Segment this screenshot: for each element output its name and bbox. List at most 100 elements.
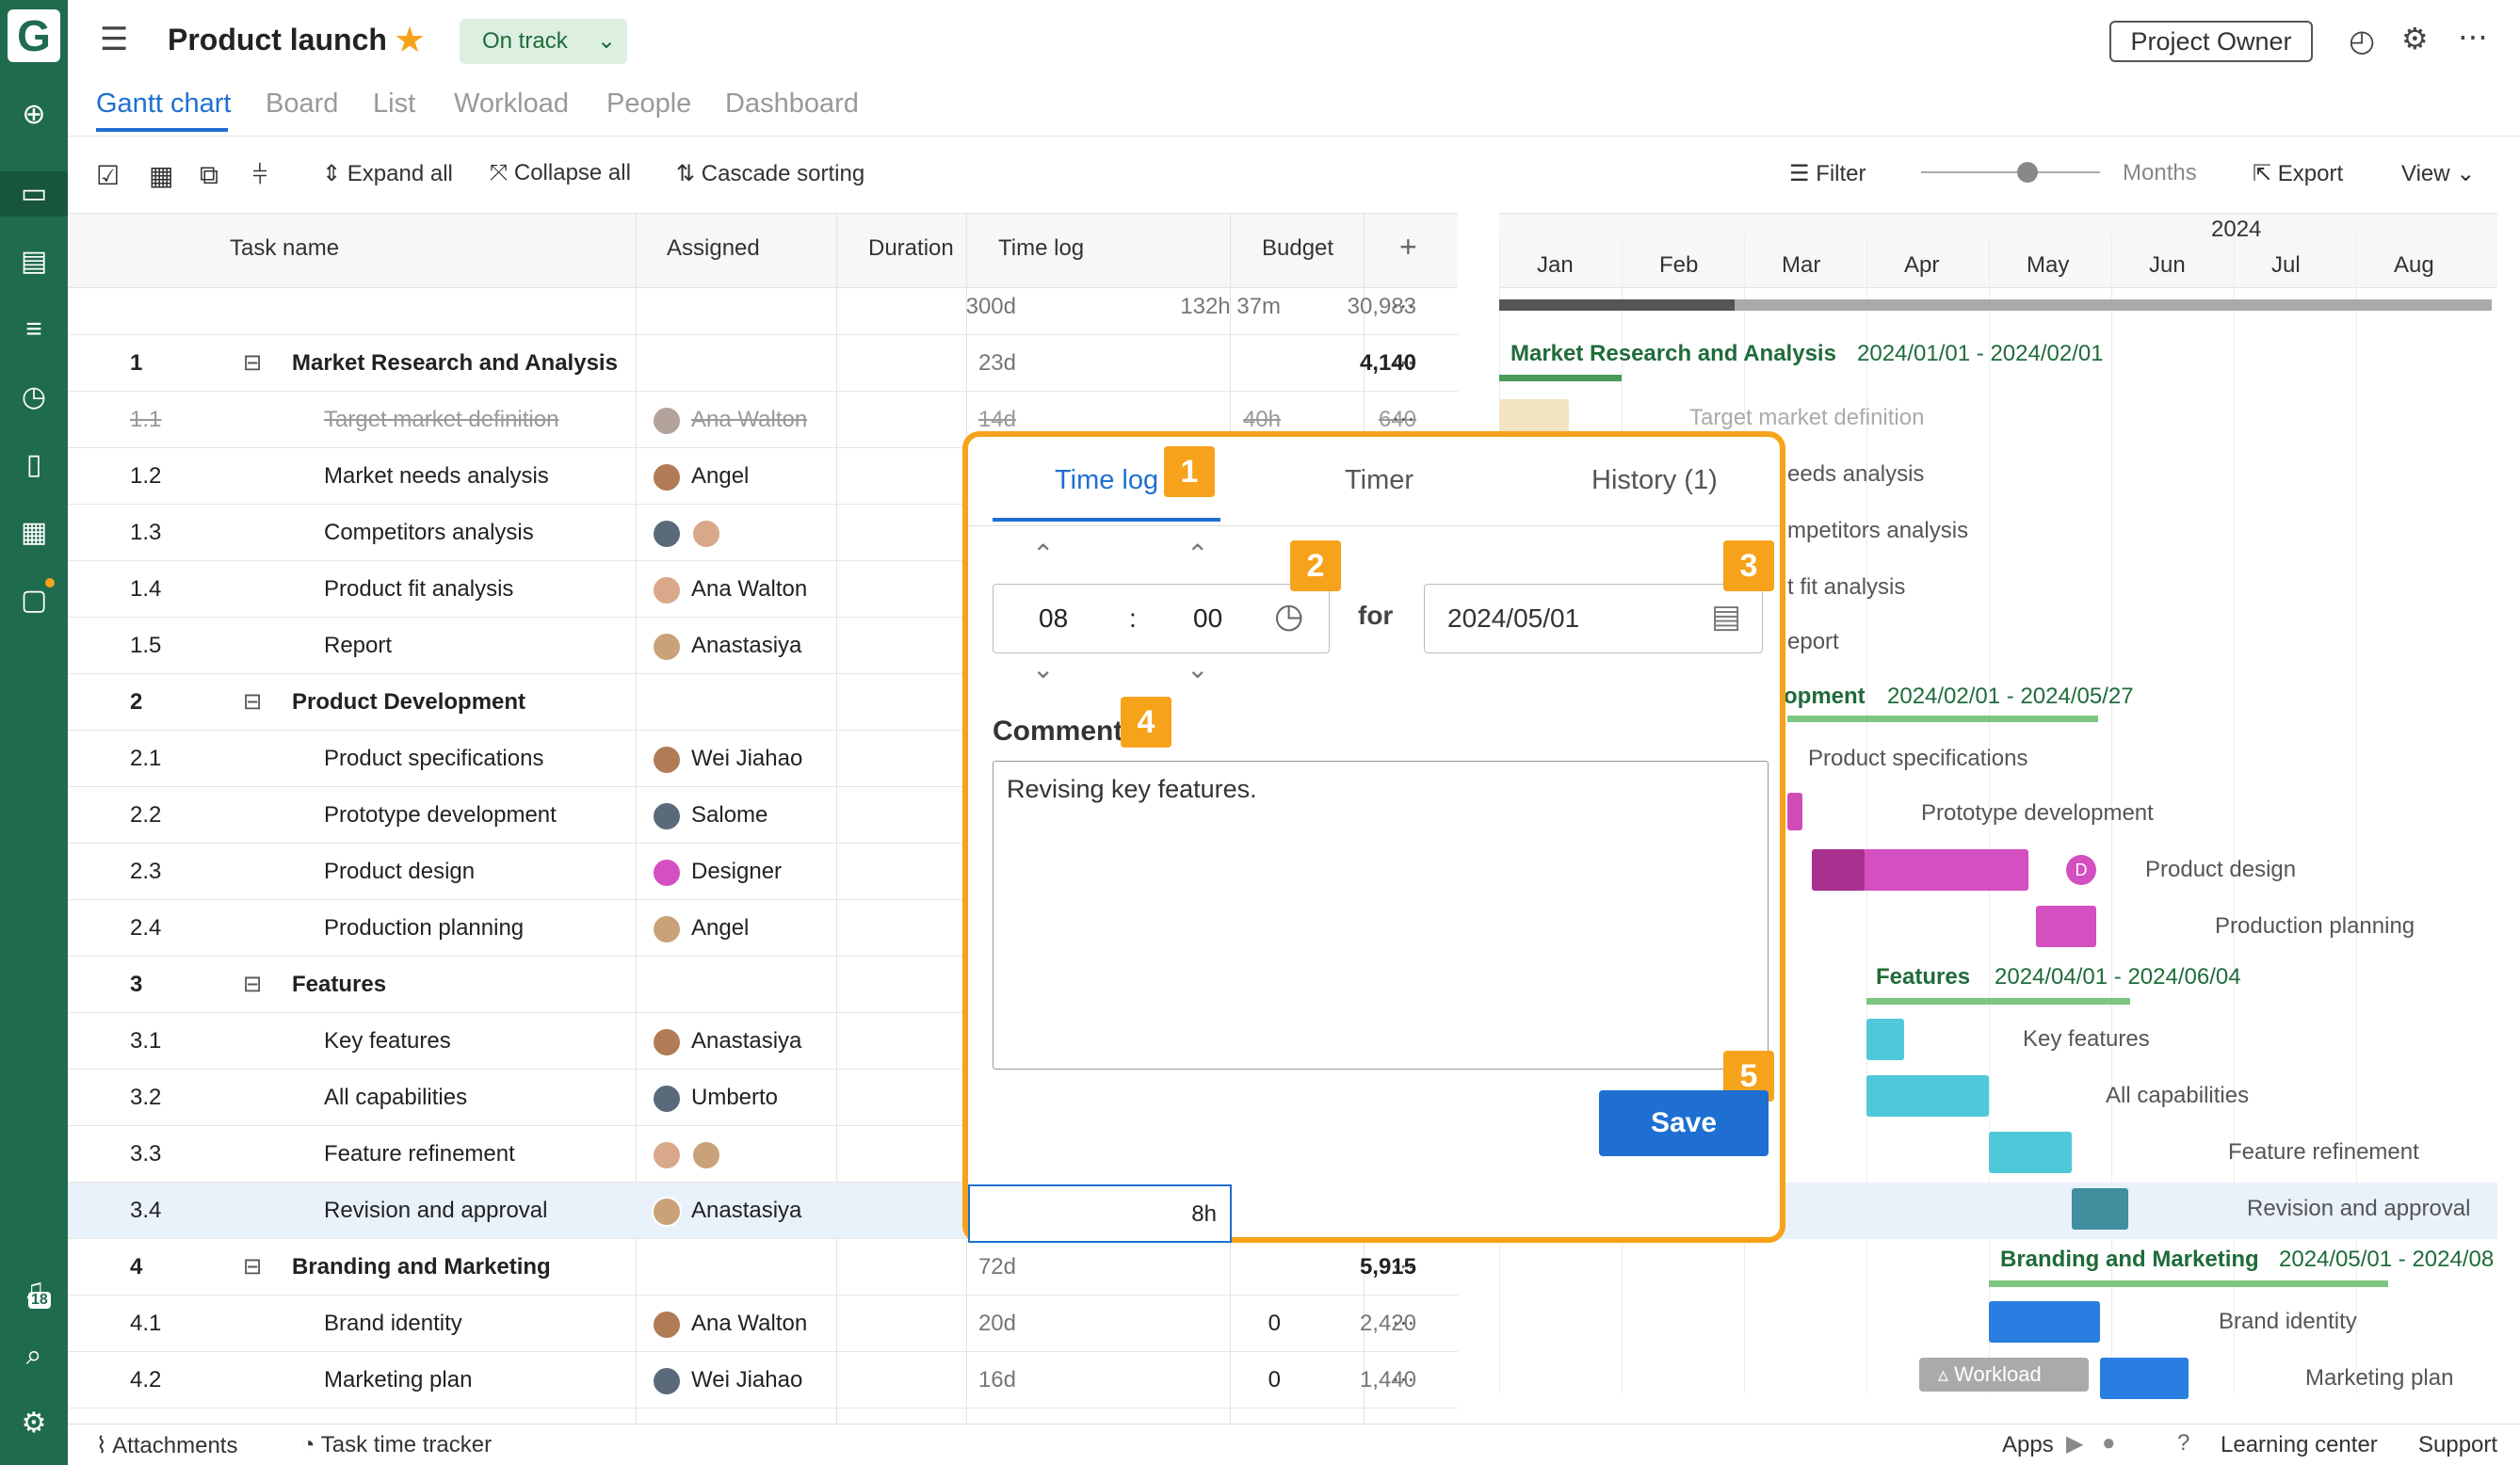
- task-name[interactable]: All capabilities: [324, 1070, 635, 1126]
- gantt-bar-3-4[interactable]: [2072, 1188, 2128, 1230]
- assignee[interactable]: Anastasiya: [652, 618, 840, 674]
- gantt-bar-3-3[interactable]: [1989, 1132, 2072, 1173]
- tab-board[interactable]: Board: [266, 89, 338, 120]
- gantt-group-4-bar[interactable]: [1989, 1280, 2388, 1287]
- table-row[interactable]: 1 ⊟ Market Research and Analysis 23d 4,140 ⋯: [68, 335, 1458, 392]
- assignee[interactable]: Umberto: [652, 1070, 840, 1126]
- calendar-icon[interactable]: ▦: [149, 160, 173, 191]
- gantt-group-3-bar[interactable]: [1866, 998, 2130, 1005]
- task-name[interactable]: Target market definition: [324, 392, 635, 448]
- add-icon[interactable]: ⊕: [0, 92, 68, 137]
- cascade-sorting-button[interactable]: ⇅ Cascade sorting: [676, 160, 864, 187]
- task-name[interactable]: Production planning: [324, 900, 635, 957]
- report-icon[interactable]: ▯: [0, 443, 68, 488]
- learning-center-link[interactable]: Learning center: [2221, 1432, 2378, 1458]
- popup-tab-history[interactable]: History (1): [1591, 465, 1718, 496]
- hierarchy-icon[interactable]: ⧉: [200, 160, 218, 191]
- task-name[interactable]: Competitors analysis: [324, 505, 635, 561]
- task-name[interactable]: Branding and Marketing: [292, 1239, 631, 1296]
- gantt-bar-3-2[interactable]: [1866, 1075, 1989, 1117]
- collapse-toggle-icon[interactable]: ⊟: [243, 957, 271, 1013]
- split-icon[interactable]: ⫩: [252, 160, 267, 191]
- more-icon[interactable]: ⋯: [1392, 279, 1414, 335]
- assignee[interactable]: [652, 335, 840, 392]
- tab-gantt-chart[interactable]: Gantt chart: [96, 89, 231, 120]
- task-time-tracker-link[interactable]: ◔ Task time tracker: [301, 1432, 492, 1458]
- gantt-bar-2-4[interactable]: [2036, 906, 2096, 947]
- star-icon[interactable]: ★: [394, 19, 426, 61]
- task-name[interactable]: Brand identity: [324, 1296, 635, 1352]
- gantt-bar-2-2[interactable]: [1787, 793, 1802, 830]
- task-name[interactable]: Prototype development: [324, 787, 635, 844]
- gantt-group-1-bar[interactable]: [1499, 375, 1622, 381]
- col-task-name[interactable]: Task name: [230, 235, 339, 262]
- table-row[interactable]: 4.2 Marketing plan Wei Jiahao 16d 0 1,440 ⋯: [68, 1352, 1458, 1409]
- checkbox-icon[interactable]: ☑: [96, 160, 120, 191]
- support-link[interactable]: Support: [2418, 1432, 2497, 1458]
- task-name[interactable]: Revision and approval: [324, 1183, 635, 1239]
- add-column-icon[interactable]: +: [1399, 230, 1417, 265]
- save-button[interactable]: Save: [1599, 1090, 1769, 1156]
- more-icon[interactable]: ⋯: [1392, 1296, 1430, 1352]
- assignee[interactable]: Designer: [652, 844, 840, 900]
- task-name[interactable]: Product fit analysis: [324, 561, 635, 618]
- zoom-slider-handle[interactable]: [2017, 162, 2038, 183]
- date-value[interactable]: 2024/05/01: [1447, 604, 1579, 634]
- assignee[interactable]: [652, 505, 840, 561]
- task-timelog[interactable]: [1060, 335, 1281, 392]
- assignee[interactable]: Angel: [652, 900, 840, 957]
- task-name[interactable]: Product Development: [292, 674, 631, 731]
- col-time-log[interactable]: Time log: [998, 235, 1084, 262]
- tab-people[interactable]: People: [606, 89, 691, 120]
- filter-button[interactable]: ☰ Filter: [1789, 160, 1866, 187]
- gantt-bar-4-2[interactable]: [2100, 1358, 2189, 1399]
- folder-icon[interactable]: ▭: [0, 171, 68, 217]
- hours-down-arrow[interactable]: ⌄: [1032, 653, 1054, 684]
- gantt-group-2-bar[interactable]: [1787, 716, 2098, 722]
- clock-icon[interactable]: ◷: [1274, 596, 1303, 636]
- collapse-toggle-icon[interactable]: ⊟: [243, 1239, 271, 1296]
- tab-dashboard[interactable]: Dashboard: [725, 89, 859, 120]
- task-name[interactable]: Feature refinement: [324, 1126, 635, 1183]
- assignee[interactable]: Angel: [652, 448, 840, 505]
- clock-icon[interactable]: ◷: [0, 375, 68, 420]
- task-name[interactable]: Market needs analysis: [324, 448, 635, 505]
- zoom-slider[interactable]: [1921, 171, 2100, 173]
- settings-icon[interactable]: ⚙: [0, 1401, 68, 1446]
- assignee[interactable]: Anastasiya: [652, 1013, 840, 1070]
- assignee[interactable]: [652, 1239, 840, 1296]
- task-name[interactable]: Market Research and Analysis: [292, 335, 631, 392]
- assignee[interactable]: Salome: [652, 787, 840, 844]
- task-timelog[interactable]: [1060, 1239, 1281, 1296]
- apps-label[interactable]: Apps: [2002, 1432, 2054, 1458]
- minutes-value[interactable]: 00: [1193, 604, 1222, 634]
- more-icon[interactable]: ⋯: [1392, 1352, 1430, 1409]
- project-owner-button[interactable]: Project Owner: [2109, 21, 2313, 62]
- task-name[interactable]: Report: [324, 618, 635, 674]
- briefcase-icon[interactable]: ▤: [0, 239, 68, 284]
- task-name[interactable]: Marketing plan: [324, 1352, 635, 1409]
- hours-value[interactable]: 08: [1039, 604, 1068, 634]
- assignee[interactable]: Anastasiya: [652, 1183, 840, 1239]
- collapse-toggle-icon[interactable]: ⊟: [243, 674, 271, 731]
- table-row[interactable]: 4.1 Brand identity Ana Walton 20d 0 2,420 ⋯: [68, 1296, 1458, 1352]
- workload-toggle[interactable]: ▵ Workload: [1919, 1358, 2089, 1392]
- export-button[interactable]: ⇱ Export: [2253, 160, 2343, 187]
- search-icon[interactable]: ⌕: [0, 1333, 68, 1378]
- col-duration[interactable]: Duration: [868, 235, 954, 262]
- assignee[interactable]: [652, 674, 840, 731]
- expand-all-button[interactable]: ⇕ Expand all: [322, 160, 453, 187]
- collapse-toggle-icon[interactable]: ⊟: [243, 335, 271, 392]
- app-logo[interactable]: G: [8, 9, 60, 62]
- minutes-up-arrow[interactable]: ⌃: [1187, 539, 1208, 570]
- task-name[interactable]: Key features: [324, 1013, 635, 1070]
- assignee[interactable]: [652, 1126, 840, 1183]
- gantt-bar-3-1[interactable]: [1866, 1019, 1904, 1060]
- table-row[interactable]: 4 ⊟ Branding and Marketing 72d 5,915 ⋯: [68, 1239, 1458, 1296]
- comment-textarea[interactable]: Revising key features.: [993, 761, 1769, 1070]
- attachments-link[interactable]: ⌇ Attachments: [96, 1432, 237, 1459]
- popup-tab-time-log[interactable]: Time log: [1055, 465, 1158, 496]
- task-name[interactable]: Features: [292, 957, 631, 1013]
- task-name[interactable]: Product specifications: [324, 731, 635, 787]
- gantt-bar-4-1[interactable]: [1989, 1301, 2100, 1343]
